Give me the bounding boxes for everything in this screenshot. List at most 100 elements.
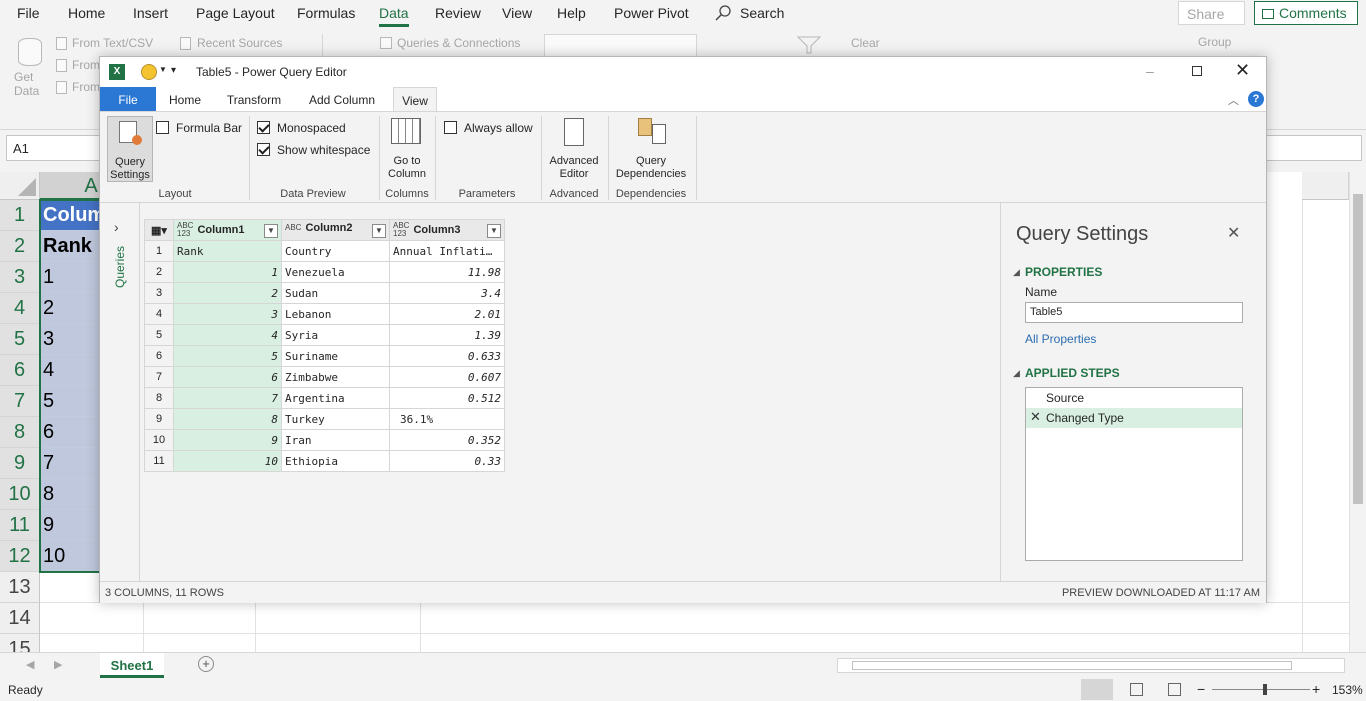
table-cell[interactable]: 0.512 <box>389 387 505 409</box>
row-header[interactable]: 6 <box>0 355 40 386</box>
monospaced-checkbox[interactable] <box>257 121 270 134</box>
table-row[interactable]: 9 8 Turkey 36.1% <box>144 408 505 430</box>
tab-home[interactable]: Home <box>160 87 210 111</box>
table-cell[interactable]: 4 <box>173 324 282 346</box>
queries-pane-label[interactable]: Queries <box>113 246 127 288</box>
column-header-column1[interactable]: ABC 123 Column1 ▼ <box>173 219 282 241</box>
table-cell[interactable]: 10 <box>40 541 100 572</box>
menu-review[interactable]: Review <box>435 5 481 21</box>
row-header[interactable]: 5 <box>0 324 40 355</box>
table-cell[interactable]: 1 <box>40 262 100 293</box>
table-cell[interactable]: 1.39 <box>389 324 505 346</box>
tab-file[interactable]: File <box>100 87 156 111</box>
get-data-button[interactable]: Get Data <box>14 70 39 98</box>
row-header[interactable]: 13 <box>0 572 40 603</box>
step-changed-type[interactable]: ✕ Changed Type <box>1026 408 1242 428</box>
row-header[interactable]: 10 <box>0 479 40 510</box>
normal-view-icon[interactable] <box>1081 679 1113 700</box>
table-cell[interactable]: 3.4 <box>389 282 505 304</box>
table-cell[interactable]: 7 <box>40 448 100 479</box>
close-icon[interactable]: ✕ <box>1235 60 1250 81</box>
table-cell[interactable]: 2.01 <box>389 303 505 325</box>
customize-toolbar-icon[interactable]: ▾ <box>171 65 176 76</box>
search-label[interactable]: Search <box>740 5 784 21</box>
table-cell[interactable]: 5 <box>40 386 100 417</box>
table-row[interactable]: 7 6 Zimbabwe 0.607 <box>144 366 505 388</box>
row-header[interactable]: 14 <box>0 603 40 634</box>
name-box[interactable]: A1 <box>6 135 102 161</box>
scroll-tabs-right-icon[interactable]: ▶ <box>54 658 62 671</box>
table-cell[interactable]: Iran <box>281 429 390 451</box>
table-cell[interactable]: Ethiopia <box>281 450 390 472</box>
sheet-tab-sheet1[interactable]: Sheet1 <box>100 653 164 678</box>
show-whitespace-checkbox[interactable] <box>257 143 270 156</box>
table-cell[interactable]: 2 <box>40 293 100 324</box>
scroll-tabs-left-icon[interactable]: ◀ <box>26 658 34 671</box>
from-web-button[interactable]: From <box>72 58 100 72</box>
zoom-slider-thumb[interactable] <box>1263 684 1267 695</box>
go-to-column-button[interactable]: Go to Column <box>384 116 430 182</box>
from-table-button[interactable]: From <box>72 80 100 94</box>
page-layout-view-icon[interactable] <box>1130 683 1143 696</box>
table-cell[interactable]: Annual Inflati… <box>389 240 505 262</box>
vertical-scrollbar[interactable] <box>1349 172 1366 652</box>
table-cell[interactable]: 8 <box>173 408 282 430</box>
table-cell[interactable]: Argentina <box>281 387 390 409</box>
comments-button[interactable]: Comments <box>1254 1 1358 25</box>
table-cell[interactable]: 0.352 <box>389 429 505 451</box>
column-header-column2[interactable]: ABC Column2 ▼ <box>281 219 390 241</box>
maximize-icon[interactable] <box>1192 66 1202 76</box>
table-row[interactable]: 11 10 Ethiopia 0.33 <box>144 450 505 472</box>
collapse-properties-icon[interactable]: ◢ <box>1013 267 1020 278</box>
table-cell[interactable]: 36.1% <box>389 408 505 430</box>
table-cell[interactable]: Syria <box>281 324 390 346</box>
zoom-out-icon[interactable]: − <box>1197 681 1205 697</box>
table-cell[interactable]: Venezuela <box>281 261 390 283</box>
scroll-thumb[interactable] <box>852 661 1292 670</box>
advanced-editor-button[interactable]: Advanced Editor <box>546 116 602 182</box>
cell-a1[interactable]: Colum <box>40 200 100 231</box>
table-cell[interactable]: Country <box>281 240 390 262</box>
group-button[interactable]: Group <box>1198 35 1231 49</box>
menu-power-pivot[interactable]: Power Pivot <box>614 5 689 21</box>
collapse-ribbon-icon[interactable]: ︿ <box>1228 92 1239 108</box>
scroll-thumb[interactable] <box>1353 194 1363 504</box>
type-any-icon[interactable]: ABC 123 <box>177 222 193 238</box>
table-cell[interactable]: 4 <box>40 355 100 386</box>
table-cell[interactable]: 5 <box>173 345 282 367</box>
table-cell[interactable]: 3 <box>173 303 282 325</box>
monospaced-label[interactable]: Monospaced <box>277 121 346 135</box>
query-settings-button[interactable]: Query Settings <box>107 116 153 182</box>
collapse-steps-icon[interactable]: ◢ <box>1013 368 1020 379</box>
menu-insert[interactable]: Insert <box>133 5 168 21</box>
add-sheet-icon[interactable]: + <box>198 656 214 672</box>
expand-queries-chevron-icon[interactable]: › <box>114 219 119 235</box>
table-row[interactable]: 10 9 Iran 0.352 <box>144 429 505 451</box>
table-cell[interactable]: Lebanon <box>281 303 390 325</box>
table-cell[interactable]: 0.633 <box>389 345 505 367</box>
column-header[interactable] <box>1302 172 1349 200</box>
table-cell[interactable]: Suriname <box>281 345 390 367</box>
help-icon[interactable]: ? <box>1248 91 1264 107</box>
table-cell[interactable]: 11.98 <box>389 261 505 283</box>
query-name-input[interactable]: Table5 <box>1025 302 1243 323</box>
data-types-gallery[interactable] <box>544 34 697 58</box>
table-cell[interactable]: 9 <box>40 510 100 541</box>
formula-bar-input[interactable] <box>1266 135 1362 161</box>
search-icon[interactable] <box>715 5 731 21</box>
horizontal-scrollbar[interactable] <box>837 658 1345 673</box>
table-row[interactable]: 8 7 Argentina 0.512 <box>144 387 505 409</box>
formula-bar-checkbox[interactable] <box>156 121 169 134</box>
filter-dropdown-icon[interactable]: ▼ <box>264 224 278 238</box>
column-header-column3[interactable]: ABC 123 Column3 ▼ <box>389 219 505 241</box>
menu-page-layout[interactable]: Page Layout <box>196 5 275 21</box>
menu-view[interactable]: View <box>502 5 532 21</box>
table-cell[interactable]: 0.607 <box>389 366 505 388</box>
table-cell[interactable]: 1 <box>173 261 282 283</box>
row-header[interactable]: 7 <box>0 386 40 417</box>
zoom-slider[interactable] <box>1212 689 1310 690</box>
type-any-icon[interactable]: ABC 123 <box>393 222 409 238</box>
share-button[interactable]: Share <box>1178 1 1245 25</box>
tab-view[interactable]: View <box>393 87 437 111</box>
filter-dropdown-icon[interactable]: ▼ <box>487 224 501 238</box>
